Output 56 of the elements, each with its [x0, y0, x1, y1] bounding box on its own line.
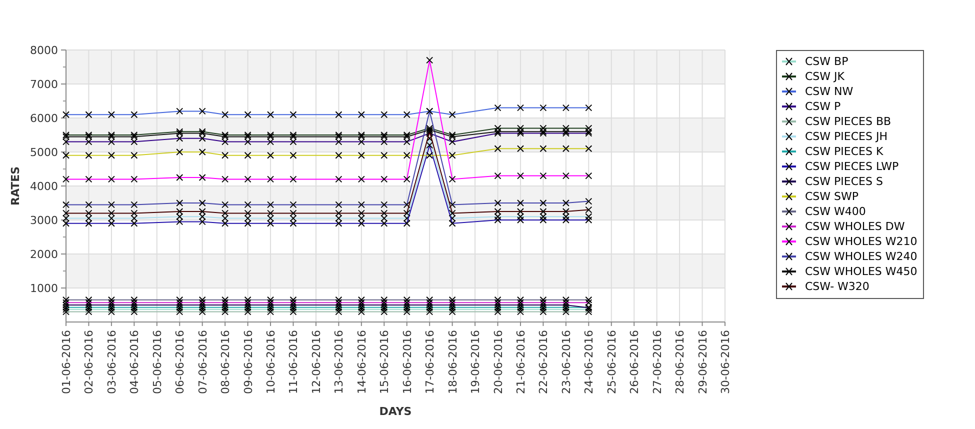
legend-label: CSW PIECES LWP	[805, 160, 899, 173]
x-axis-title: DAYS	[379, 405, 412, 418]
legend-label: CSW WHOLES W240	[805, 250, 918, 263]
legend-label: CSW PIECES BB	[805, 115, 892, 128]
x-tick-label: 07-06-2016	[196, 330, 210, 394]
x-tick-label: 06-06-2016	[174, 330, 187, 394]
x-tick-label: 10-06-2016	[264, 330, 278, 394]
x-tick-label: 29-06-2016	[696, 330, 710, 394]
x-tick-label: 25-06-2016	[605, 330, 618, 394]
x-tick-label: 21-06-2016	[514, 330, 528, 394]
legend-label: CSW WHOLES W210	[805, 235, 918, 248]
x-tick-label: 11-06-2016	[287, 330, 300, 394]
x-tick-label: 28-06-2016	[674, 330, 687, 394]
x-tick-label: 04-06-2016	[128, 330, 142, 394]
legend-label: CSW WHOLES W450	[805, 265, 918, 278]
legend-label: CSW NW	[805, 85, 854, 98]
x-tick-label: 16-06-2016	[400, 330, 414, 394]
y-axis-title: RATES	[9, 166, 22, 206]
x-tick-label: 13-06-2016	[332, 330, 346, 394]
y-tick-label: 3000	[30, 214, 58, 227]
x-tick-label: 18-06-2016	[446, 330, 460, 394]
legend-label: CSW JK	[805, 70, 844, 83]
legend-label: CSW BP	[805, 55, 848, 68]
x-tick-label: 30-06-2016	[719, 330, 732, 394]
x-tick-label: 05-06-2016	[150, 330, 164, 394]
legend-label: CSW PIECES K	[805, 145, 884, 158]
legend-label: CSW SWP	[805, 190, 859, 203]
y-tick-label: 7000	[30, 78, 58, 91]
x-tick-label: 22-06-2016	[537, 330, 550, 394]
x-tick-label: 01-06-2016	[60, 330, 73, 394]
x-tick-label: 09-06-2016	[242, 330, 255, 394]
legend-label: CSW PIECES S	[805, 175, 883, 188]
legend-label: CSW W400	[805, 205, 866, 218]
x-tick-label: 26-06-2016	[628, 330, 642, 394]
y-tick-label: 1000	[30, 282, 58, 295]
y-tick-label: 8000	[30, 44, 58, 57]
x-tick-label: 24-06-2016	[582, 330, 596, 394]
x-tick-label: 12-06-2016	[310, 330, 323, 394]
x-tick-label: 08-06-2016	[219, 330, 232, 394]
x-tick-label: 15-06-2016	[378, 330, 392, 394]
x-tick-label: 14-06-2016	[355, 330, 368, 394]
legend-label: CSW- W320	[805, 280, 870, 293]
x-tick-label: 20-06-2016	[492, 330, 505, 394]
x-tick-label: 02-06-2016	[82, 330, 96, 394]
y-tick-label: 5000	[30, 146, 58, 159]
legend-label: CSW PIECES JH	[805, 130, 888, 143]
x-tick-label: 23-06-2016	[560, 330, 573, 394]
legend-label: CSW WHOLES DW	[805, 220, 905, 233]
legend-label: CSW P	[805, 100, 841, 113]
x-tick-label: 27-06-2016	[650, 330, 664, 394]
x-tick-label: 17-06-2016	[424, 330, 437, 394]
y-tick-label: 6000	[30, 112, 58, 125]
y-tick-label: 2000	[30, 248, 58, 261]
x-tick-label: 03-06-2016	[105, 330, 118, 394]
x-tick-label: 19-06-2016	[469, 330, 482, 394]
y-tick-label: 4000	[30, 180, 58, 193]
